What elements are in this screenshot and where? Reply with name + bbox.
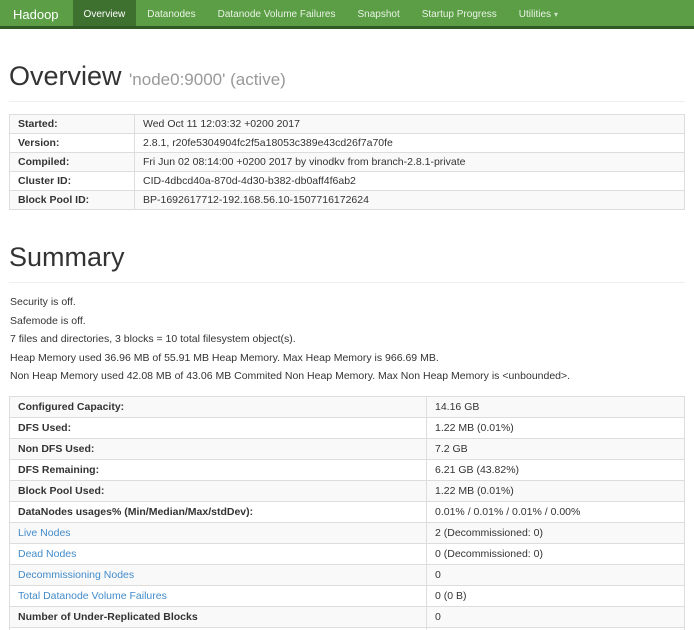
dead-nodes-link[interactable]: Dead Nodes [18,548,76,560]
dfs-used-label: DFS Used: [10,418,427,439]
started-value: Wed Oct 11 12:03:32 +0200 2017 [135,115,685,134]
table-row: Configured Capacity: 14.16 GB [10,397,685,418]
table-row: Decommissioning Nodes 0 [10,565,685,586]
table-row: Number of Under-Replicated Blocks 0 [10,607,685,628]
overview-title: Overview [9,61,122,91]
overview-heading: Overview 'node0:9000' (active) [9,61,685,102]
block-pool-used-label: Block Pool Used: [10,481,427,502]
live-nodes-value: 2 (Decommissioned: 0) [427,523,685,544]
datanodes-usages-label: DataNodes usages% (Min/Median/Max/stdDev… [10,502,427,523]
summary-notes: Security is off. Safemode is off. 7 file… [10,296,684,382]
table-row: DataNodes usages% (Min/Median/Max/stdDev… [10,502,685,523]
table-row: Non DFS Used: 7.2 GB [10,439,685,460]
security-status-text: Security is off. [10,296,684,308]
block-pool-id-value: BP-1692617712-192.168.56.10-150771617262… [135,191,685,210]
non-dfs-used-value: 7.2 GB [427,439,685,460]
nav-tab-datanode-volume-failures[interactable]: Datanode Volume Failures [207,0,347,26]
non-dfs-used-label: Non DFS Used: [10,439,427,460]
version-label: Version: [10,134,135,153]
configured-capacity-label: Configured Capacity: [10,397,427,418]
table-row: Started: Wed Oct 11 12:03:32 +0200 2017 [10,115,685,134]
block-pool-used-value: 1.22 MB (0.01%) [427,481,685,502]
block-pool-id-label: Block Pool ID: [10,191,135,210]
nav-dropdown-utilities[interactable]: Utilities▾ [508,0,569,26]
table-row: Version: 2.8.1, r20fe5304904fc2f5a18053c… [10,134,685,153]
under-replicated-blocks-label: Number of Under-Replicated Blocks [10,607,427,628]
utilities-label: Utilities [519,9,551,20]
dead-nodes-value: 0 (Decommissioned: 0) [427,544,685,565]
table-row: Dead Nodes 0 (Decommissioned: 0) [10,544,685,565]
nav-tab-snapshot[interactable]: Snapshot [346,0,410,26]
version-value: 2.8.1, r20fe5304904fc2f5a18053c389e43cd2… [135,134,685,153]
table-row: DFS Used: 1.22 MB (0.01%) [10,418,685,439]
filesystem-objects-text: 7 files and directories, 3 blocks = 10 t… [10,333,684,345]
live-nodes-link[interactable]: Live Nodes [18,527,71,539]
cluster-id-value: CID-4dbcd40a-870d-4d30-b382-db0aff4f6ab2 [135,172,685,191]
compiled-label: Compiled: [10,153,135,172]
configured-capacity-value: 14.16 GB [427,397,685,418]
decommissioning-nodes-link[interactable]: Decommissioning Nodes [18,569,134,581]
summary-heading: Summary [9,242,685,283]
table-row: Block Pool ID: BP-1692617712-192.168.56.… [10,191,685,210]
table-row: Live Nodes 2 (Decommissioned: 0) [10,523,685,544]
top-navbar: Hadoop Overview Datanodes Datanode Volum… [0,0,694,29]
started-label: Started: [10,115,135,134]
compiled-value: Fri Jun 02 08:14:00 +0200 2017 by vinodk… [135,153,685,172]
cluster-id-label: Cluster ID: [10,172,135,191]
total-datanode-volume-failures-link[interactable]: Total Datanode Volume Failures [18,590,167,602]
safemode-status-text: Safemode is off. [10,315,684,327]
summary-title: Summary [9,242,125,272]
decommissioning-nodes-value: 0 [427,565,685,586]
datanodes-usages-value: 0.01% / 0.01% / 0.01% / 0.00% [427,502,685,523]
table-row: DFS Remaining: 6.21 GB (43.82%) [10,460,685,481]
nav-tab-datanodes[interactable]: Datanodes [136,0,206,26]
dfs-remaining-label: DFS Remaining: [10,460,427,481]
nav-tab-overview[interactable]: Overview [73,0,137,26]
heap-memory-text: Heap Memory used 36.96 MB of 55.91 MB He… [10,352,684,364]
namenode-address-subtitle: 'node0:9000' (active) [129,70,286,89]
dfs-remaining-value: 6.21 GB (43.82%) [427,460,685,481]
main-content: Overview 'node0:9000' (active) Started: … [0,61,694,630]
table-row: Cluster ID: CID-4dbcd40a-870d-4d30-b382-… [10,172,685,191]
caret-down-icon: ▾ [554,10,558,19]
table-row: Compiled: Fri Jun 02 08:14:00 +0200 2017… [10,153,685,172]
under-replicated-blocks-value: 0 [427,607,685,628]
nav-tab-startup-progress[interactable]: Startup Progress [411,0,508,26]
non-heap-memory-text: Non Heap Memory used 42.08 MB of 43.06 M… [10,370,684,382]
dfs-used-value: 1.22 MB (0.01%) [427,418,685,439]
hadoop-brand[interactable]: Hadoop [0,0,73,26]
table-row: Block Pool Used: 1.22 MB (0.01%) [10,481,685,502]
namenode-info-table: Started: Wed Oct 11 12:03:32 +0200 2017 … [9,114,685,210]
total-datanode-volume-failures-value: 0 (0 B) [427,586,685,607]
summary-stats-table: Configured Capacity: 14.16 GB DFS Used: … [9,396,685,630]
table-row: Total Datanode Volume Failures 0 (0 B) [10,586,685,607]
